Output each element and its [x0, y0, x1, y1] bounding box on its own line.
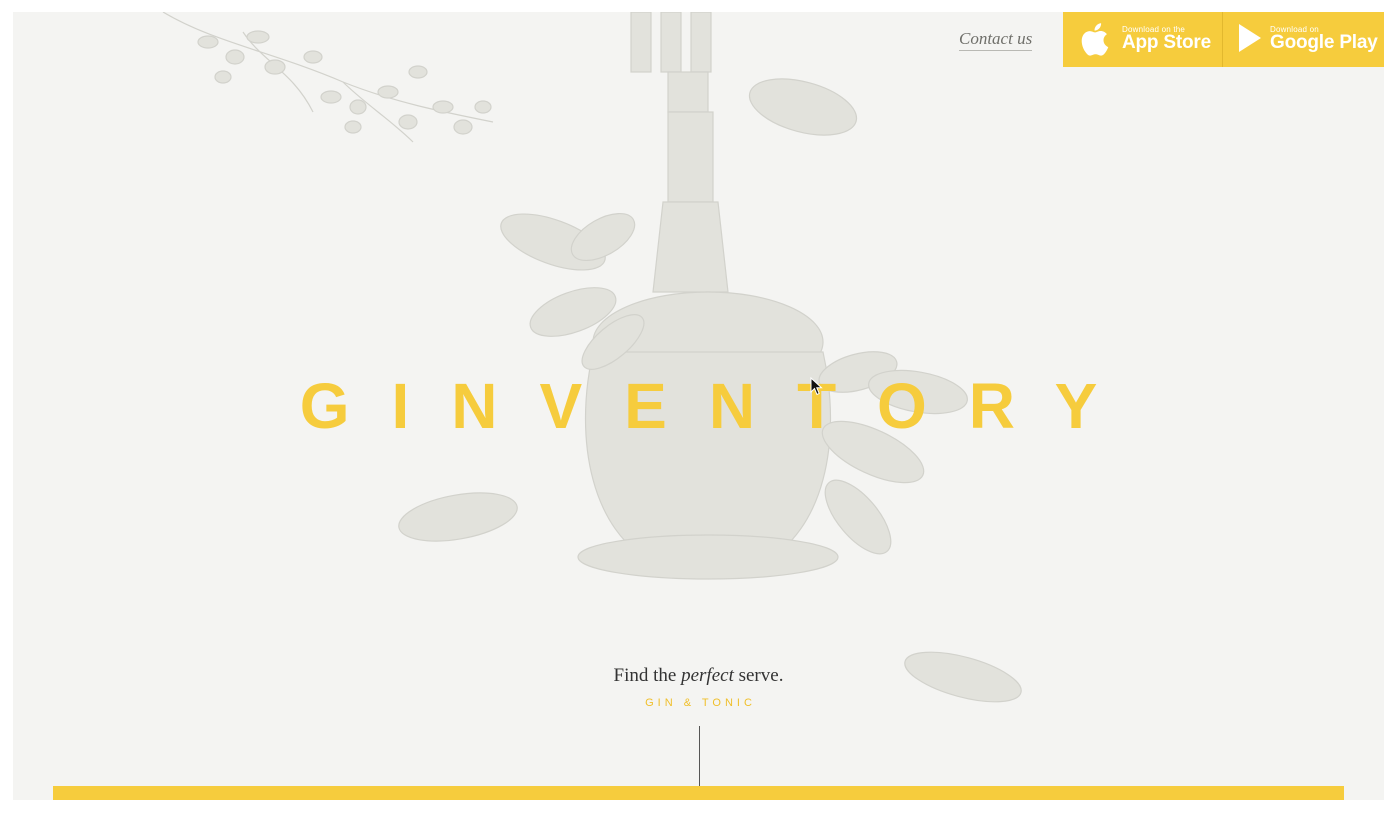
tagline-end: serve. [733, 665, 784, 686]
content-section-bar [53, 786, 1344, 800]
app-store-button[interactable]: Download on the App Store [1063, 12, 1222, 67]
tagline-start: Find the [613, 665, 682, 686]
tagline: Find the perfect serve. [13, 665, 1384, 687]
brand-title: GINVENTORY [299, 370, 1140, 442]
subtitle-gin-tonic: GIN & TONIC [645, 697, 756, 709]
tagline-emphasis: perfect [681, 665, 734, 686]
play-icon [1237, 23, 1263, 58]
app-store-label: App Store [1122, 32, 1211, 53]
scroll-divider-line [699, 726, 700, 786]
contact-us-link[interactable]: Contact us [959, 29, 1033, 51]
google-play-button[interactable]: Download on Google Play [1223, 12, 1384, 67]
page-viewport: Contact us Download on the App Store Dow… [13, 12, 1384, 800]
apple-icon [1079, 21, 1109, 62]
google-play-label: Google Play [1270, 32, 1378, 53]
mouse-cursor-icon [810, 377, 823, 396]
